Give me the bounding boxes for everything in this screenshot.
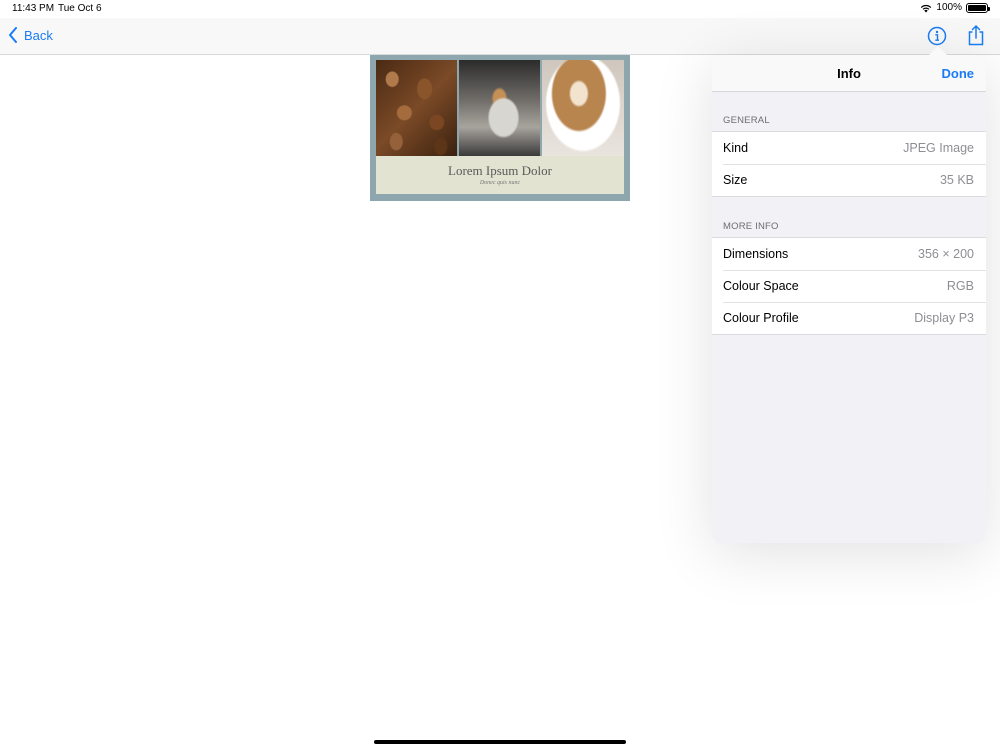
image-caption: Lorem Ipsum Dolor Donec quis nunc	[376, 156, 624, 194]
done-button[interactable]: Done	[942, 66, 975, 81]
battery-icon	[966, 2, 990, 13]
latte-cup-photo	[542, 60, 624, 156]
status-bar: 11:43 PM Tue Oct 6 100%	[0, 0, 1000, 18]
share-icon[interactable]	[966, 24, 986, 46]
battery-percent: 100%	[936, 2, 962, 13]
caption-subtitle: Donec quis nunc	[479, 180, 521, 186]
row-value: JPEG Image	[903, 141, 974, 155]
status-time: 11:43 PM	[12, 3, 55, 14]
row-key: Colour Profile	[723, 311, 799, 325]
espresso-machine-photo	[459, 60, 540, 156]
more-info-group: Dimensions 356 × 200 Colour Space RGB Co…	[712, 237, 986, 335]
image-preview[interactable]: Lorem Ipsum Dolor Donec quis nunc	[370, 55, 630, 201]
info-popover: Info Done GENERAL Kind JPEG Image Size 3…	[712, 46, 986, 543]
section-header-more-info: MORE INFO	[723, 221, 779, 232]
caption-title: Lorem Ipsum Dolor	[448, 163, 552, 178]
back-button[interactable]: Back	[8, 27, 53, 43]
info-row-colour-space: Colour Space RGB	[712, 270, 986, 302]
row-value: RGB	[946, 279, 974, 293]
row-key: Colour Space	[723, 279, 799, 293]
popover-arrow	[929, 46, 947, 55]
section-header-general: GENERAL	[723, 115, 770, 126]
info-row-dimensions: Dimensions 356 × 200	[712, 238, 986, 270]
info-row-kind: Kind JPEG Image	[712, 132, 986, 164]
status-right: 100%	[920, 2, 990, 13]
row-key: Kind	[723, 141, 749, 155]
row-value: Display P3	[914, 311, 974, 325]
chevron-left-icon	[9, 27, 17, 43]
info-circle-icon[interactable]	[927, 26, 947, 46]
info-row-size: Size 35 KB	[712, 164, 986, 196]
popover-header: Info Done	[712, 55, 986, 92]
row-key: Dimensions	[723, 247, 789, 261]
back-label: Back	[24, 27, 53, 43]
coffee-beans-photo	[376, 60, 457, 156]
row-value: 35 KB	[939, 173, 974, 187]
row-value: 356 × 200	[918, 247, 974, 261]
row-key: Size	[723, 173, 748, 187]
general-group: Kind JPEG Image Size 35 KB	[712, 131, 986, 197]
status-date: Tue Oct 6	[58, 3, 102, 14]
info-row-colour-profile: Colour Profile Display P3	[712, 302, 986, 334]
navigation-bar: Back	[0, 18, 1000, 55]
wifi-icon	[921, 4, 932, 12]
home-indicator[interactable]	[374, 740, 626, 744]
